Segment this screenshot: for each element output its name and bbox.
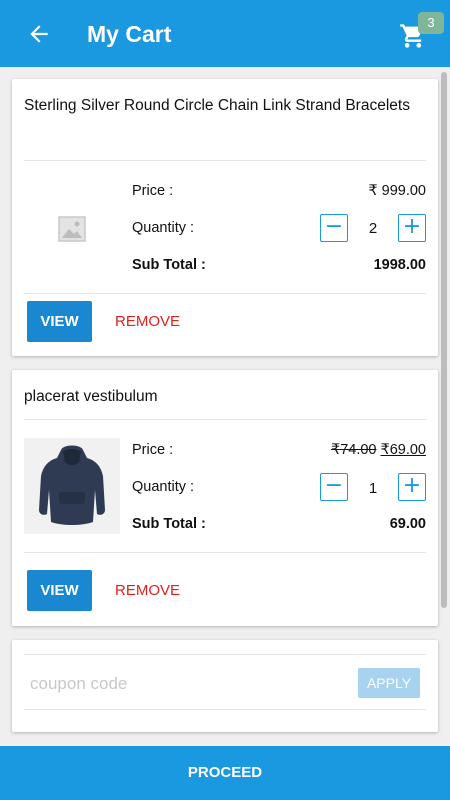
- image-placeholder-icon: [24, 181, 120, 277]
- subtotal-value: 69.00: [389, 516, 426, 532]
- apply-coupon-button[interactable]: APPLY: [358, 668, 420, 698]
- subtotal-label: Sub Total :: [132, 257, 206, 273]
- divider: [24, 160, 426, 161]
- divider: [24, 419, 426, 420]
- quantity-label: Quantity :: [132, 479, 195, 495]
- price-label: Price :: [132, 183, 174, 199]
- price-value: ₹74.00 ₹69.00: [331, 441, 426, 459]
- product-name: placerat vestibulum: [24, 388, 158, 405]
- divider: [24, 709, 426, 710]
- divider: [24, 552, 426, 553]
- quantity-decrease-button[interactable]: −: [320, 473, 348, 501]
- product-name: Sterling Silver Round Circle Chain Link …: [24, 97, 410, 114]
- app-bar: My Cart 3: [0, 0, 450, 67]
- price-label: Price :: [132, 442, 174, 458]
- page-title: My Cart: [87, 21, 172, 47]
- original-price: ₹74.00: [330, 442, 377, 458]
- sale-price: ₹69.00: [380, 442, 426, 458]
- proceed-button[interactable]: PROCEED: [0, 746, 450, 800]
- quantity-increase-button[interactable]: +: [398, 473, 426, 501]
- quantity-decrease-button[interactable]: −: [320, 214, 348, 242]
- subtotal-label: Sub Total :: [132, 516, 206, 532]
- cart-count-badge: 3: [418, 12, 444, 34]
- quantity-value: 1: [368, 480, 378, 497]
- divider: [24, 654, 426, 655]
- quantity-label: Quantity :: [132, 220, 195, 236]
- cart-content[interactable]: Sterling Silver Round Circle Chain Link …: [0, 67, 450, 745]
- remove-button[interactable]: REMOVE: [115, 301, 180, 342]
- coupon-code-input[interactable]: [30, 670, 330, 698]
- view-button[interactable]: VIEW: [27, 570, 92, 611]
- cart-item-card: Sterling Silver Round Circle Chain Link …: [12, 79, 438, 356]
- arrow-back-icon[interactable]: [26, 21, 52, 47]
- view-button[interactable]: VIEW: [27, 301, 92, 342]
- cart-item-card: placerat vestibulum Price : ₹74.00 ₹69.00…: [12, 370, 438, 626]
- scrollbar[interactable]: [441, 72, 447, 608]
- hoodie-icon: [39, 445, 105, 525]
- product-image: [24, 438, 120, 534]
- price-value: ₹ 999.00: [368, 183, 426, 199]
- quantity-value: 2: [368, 220, 378, 237]
- quantity-increase-button[interactable]: +: [398, 214, 426, 242]
- divider: [24, 293, 426, 294]
- subtotal-value: 1998.00: [373, 257, 426, 273]
- remove-button[interactable]: REMOVE: [115, 570, 180, 611]
- coupon-card: APPLY: [12, 640, 438, 732]
